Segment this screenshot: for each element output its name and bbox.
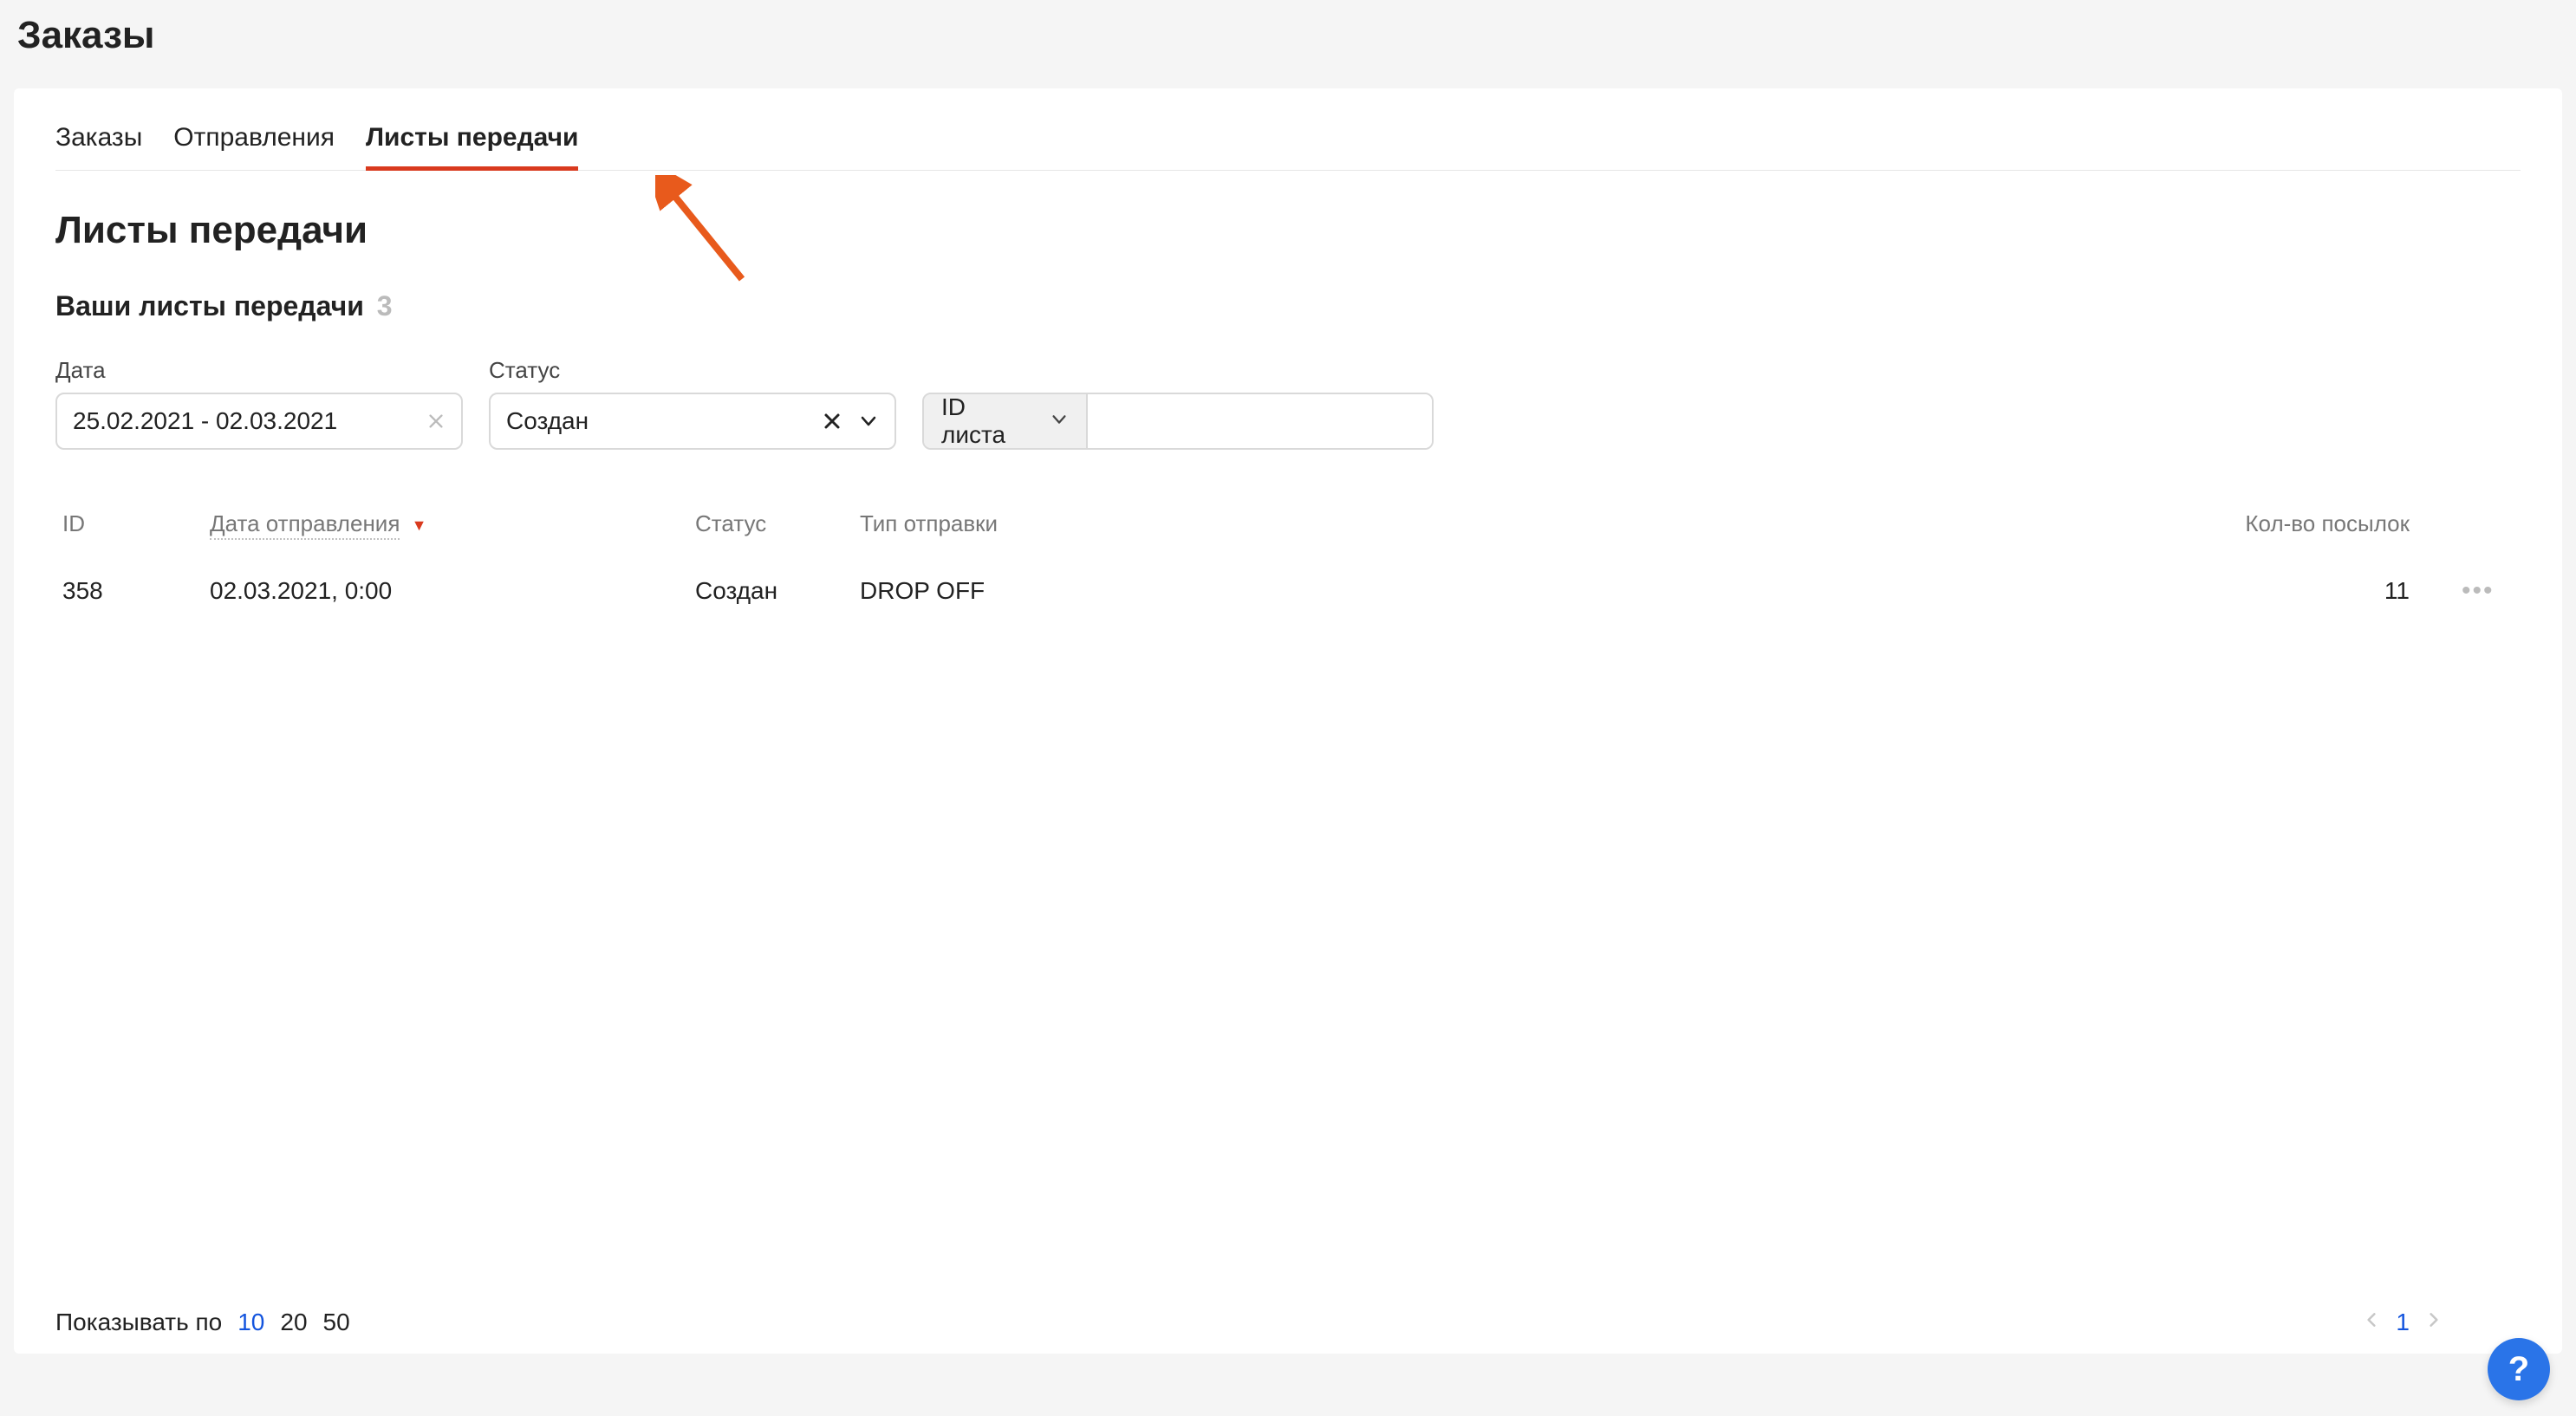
- col-header-id: ID: [62, 510, 210, 537]
- pager: 1: [2363, 1309, 2443, 1336]
- tab-transfer-sheets[interactable]: Листы передачи: [366, 123, 578, 170]
- clear-status-icon[interactable]: [822, 411, 842, 432]
- content-card: Заказы Отправления Листы передачи Листы …: [14, 88, 2562, 1354]
- cell-qty: 11: [1363, 577, 2462, 605]
- tab-shipments[interactable]: Отправления: [173, 123, 335, 170]
- status-value: Создан: [506, 407, 589, 435]
- col-header-status: Статус: [695, 510, 860, 537]
- chevron-down-icon[interactable]: [858, 411, 879, 432]
- sort-desc-icon: ▼: [412, 516, 427, 534]
- status-label: Статус: [489, 357, 896, 384]
- cell-id: 358: [62, 577, 210, 605]
- filters-row: Дата 25.02.2021 - 02.03.2021 Статус Созд…: [55, 357, 2521, 450]
- col-header-type: Тип отправки: [860, 510, 1363, 537]
- cell-status: Создан: [695, 577, 860, 605]
- cell-type: DROP OFF: [860, 577, 1363, 605]
- date-label: Дата: [55, 357, 463, 384]
- current-page: 1: [2396, 1309, 2410, 1336]
- tabs: Заказы Отправления Листы передачи: [55, 123, 2521, 171]
- chevron-down-icon: [1050, 407, 1069, 435]
- col-header-date-label: Дата отправления: [210, 510, 400, 540]
- row-actions-icon[interactable]: •••: [2462, 576, 2495, 605]
- sub-title: Ваши листы передачи 3: [55, 290, 2521, 322]
- next-page-icon[interactable]: [2425, 1309, 2443, 1336]
- page-title: Заказы: [0, 0, 2576, 88]
- annotation-arrow: [655, 175, 759, 302]
- col-header-date[interactable]: Дата отправления ▼: [210, 510, 695, 537]
- search-combo: ID листа: [922, 393, 1434, 450]
- search-input[interactable]: [1088, 394, 1432, 448]
- page-size-10[interactable]: 10: [237, 1309, 264, 1336]
- status-select[interactable]: Создан: [489, 393, 896, 450]
- page-size-control: Показывать по 10 20 50: [55, 1309, 350, 1336]
- page-size-label: Показывать по: [55, 1309, 222, 1336]
- col-header-qty: Кол-во посылок: [1363, 510, 2462, 537]
- sheets-count: 3: [377, 290, 393, 322]
- card-footer: Показывать по 10 20 50 1: [55, 1309, 2521, 1336]
- date-field: Дата 25.02.2021 - 02.03.2021: [55, 357, 463, 450]
- help-button[interactable]: ?: [2488, 1338, 2550, 1400]
- status-field: Статус Создан: [489, 357, 896, 450]
- search-type-select[interactable]: ID листа: [924, 394, 1088, 448]
- section-title: Листы передачи: [55, 209, 2521, 252]
- table-row[interactable]: 358 02.03.2021, 0:00 Создан DROP OFF 11 …: [55, 555, 2521, 627]
- sub-title-text: Ваши листы передачи: [55, 290, 364, 322]
- search-field: ID листа: [922, 393, 1434, 450]
- tab-orders[interactable]: Заказы: [55, 123, 142, 170]
- prev-page-icon[interactable]: [2363, 1309, 2380, 1336]
- page-size-20[interactable]: 20: [280, 1309, 307, 1336]
- arrow-icon: [655, 175, 759, 296]
- date-range-value: 25.02.2021 - 02.03.2021: [73, 407, 337, 435]
- clear-date-icon[interactable]: [426, 412, 446, 431]
- search-type-value: ID листа: [941, 393, 1029, 449]
- page-size-50[interactable]: 50: [323, 1309, 350, 1336]
- date-range-input[interactable]: 25.02.2021 - 02.03.2021: [55, 393, 463, 450]
- cell-date: 02.03.2021, 0:00: [210, 577, 695, 605]
- table-header: ID Дата отправления ▼ Статус Тип отправк…: [55, 510, 2521, 555]
